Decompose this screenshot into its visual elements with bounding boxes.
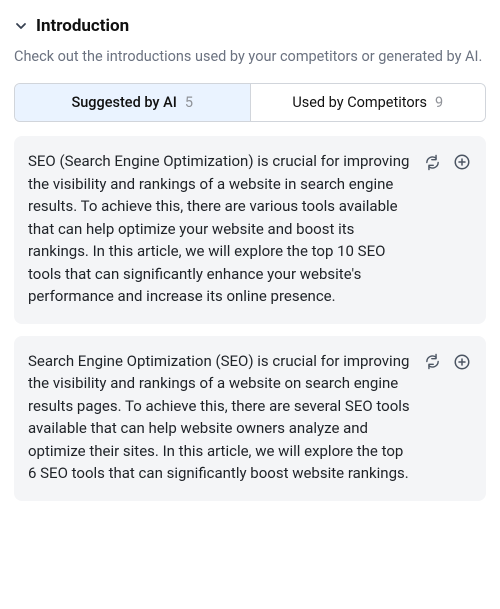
suggestion-card: Search Engine Optimization (SEO) is cruc… [14, 336, 486, 501]
tab-suggested-by-ai[interactable]: Suggested by AI 5 [15, 84, 250, 121]
section-title: Introduction [36, 16, 129, 36]
tab-count: 5 [185, 94, 193, 111]
suggestion-list: SEO (Search Engine Optimization) is cruc… [14, 136, 486, 501]
suggestion-card: SEO (Search Engine Optimization) is cruc… [14, 136, 486, 324]
tab-count: 9 [435, 94, 443, 111]
add-icon[interactable] [452, 352, 472, 372]
card-actions [422, 150, 472, 308]
add-icon[interactable] [452, 152, 472, 172]
regenerate-icon[interactable] [422, 152, 442, 172]
tab-used-by-competitors[interactable]: Used by Competitors 9 [250, 84, 486, 121]
section-header[interactable]: Introduction [14, 16, 486, 36]
chevron-down-icon [14, 19, 28, 33]
introduction-panel: Introduction Check out the introductions… [0, 0, 500, 501]
tab-bar: Suggested by AI 5 Used by Competitors 9 [14, 83, 486, 122]
suggestion-text: SEO (Search Engine Optimization) is cruc… [28, 150, 412, 308]
regenerate-icon[interactable] [422, 352, 442, 372]
tab-label: Used by Competitors [292, 94, 427, 111]
suggestion-text: Search Engine Optimization (SEO) is cruc… [28, 350, 412, 485]
tab-label: Suggested by AI [71, 94, 176, 111]
section-description: Check out the introductions used by your… [14, 46, 486, 67]
card-actions [422, 350, 472, 485]
